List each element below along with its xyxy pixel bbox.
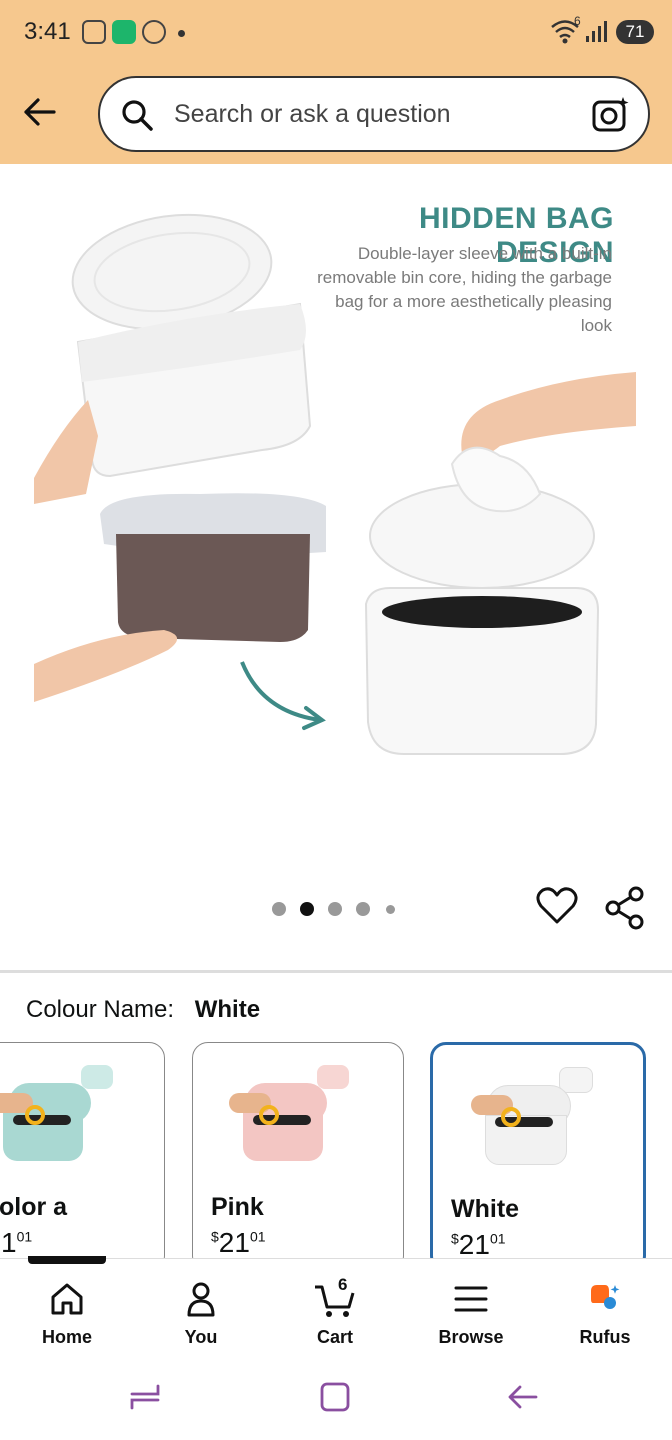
- back-arrow-icon[interactable]: [20, 92, 60, 132]
- fingerprint-icon: [142, 20, 166, 44]
- colour-option-price: 101: [1, 1227, 32, 1259]
- colour-selector-label: Colour Name: White: [26, 996, 260, 1024]
- notification-dot-icon: [178, 30, 185, 37]
- search-input[interactable]: Search or ask a question: [174, 100, 451, 129]
- swatch-image-lid: [81, 1065, 113, 1089]
- carousel-dot[interactable]: [328, 902, 342, 916]
- price-whole: 21: [218, 1227, 250, 1258]
- app-notification-icon: [112, 20, 136, 44]
- swatch-image-tape: [25, 1105, 45, 1125]
- currency-symbol: $: [451, 1230, 459, 1247]
- active-tab-indicator: [28, 1256, 106, 1264]
- currency-symbol: $: [211, 1228, 219, 1245]
- colour-option-name: White: [451, 1195, 520, 1223]
- cell-signal-icon: [586, 21, 607, 42]
- nav-cart-label: Cart: [316, 1327, 353, 1347]
- home-button-icon[interactable]: [318, 1380, 352, 1414]
- price-cents: 01: [489, 1230, 506, 1247]
- price-whole: 1: [1, 1227, 17, 1258]
- bottom-navigation: Home You 6 Cart Browse Rufus: [0, 1258, 672, 1359]
- menu-icon: [454, 1286, 488, 1312]
- swatch-image-lid: [317, 1065, 349, 1089]
- nav-rufus-label: Rufus: [579, 1327, 631, 1347]
- camera-search-icon[interactable]: [590, 94, 630, 134]
- product-image-carousel[interactable]: HIDDEN BAG DESIGN Double-layer sleeve wi…: [0, 164, 672, 944]
- section-divider: [0, 970, 672, 973]
- colour-option-price: $2101: [451, 1229, 506, 1261]
- share-icon[interactable]: [604, 886, 646, 930]
- nav-cart[interactable]: 6 Cart: [280, 1275, 390, 1348]
- person-icon: [187, 1282, 215, 1317]
- colour-option-name: olor a: [0, 1193, 68, 1221]
- colour-option-white-selected[interactable]: White $2101: [430, 1042, 646, 1272]
- status-time: 3:41: [24, 18, 71, 45]
- nav-you-label: You: [184, 1327, 218, 1347]
- colour-option-mint[interactable]: olor a 101: [0, 1042, 165, 1272]
- swatch-image-tape: [501, 1107, 521, 1127]
- cart-count-badge: 6: [338, 1275, 348, 1294]
- carousel-dot-active[interactable]: [300, 902, 314, 916]
- rufus-icon: [591, 1285, 620, 1309]
- nav-home-label: Home: [41, 1327, 92, 1347]
- price-cents: 01: [249, 1228, 266, 1245]
- price-cents: 01: [16, 1228, 33, 1245]
- colour-option-price: $2101: [211, 1227, 266, 1259]
- nav-home[interactable]: Home: [12, 1277, 122, 1348]
- home-icon: [51, 1283, 83, 1315]
- cart-icon: [315, 1285, 355, 1317]
- header: 3:41 6 71 Search or ask a question: [0, 0, 672, 164]
- hero-description: Double-layer sleeve with a built-in remo…: [317, 244, 612, 335]
- wishlist-heart-icon[interactable]: [536, 886, 578, 926]
- system-navigation-bar: [0, 1358, 672, 1440]
- battery-indicator: 71: [616, 20, 654, 44]
- nav-browse[interactable]: Browse: [416, 1277, 526, 1348]
- swatch-image-lid: [559, 1067, 593, 1093]
- colour-option-pink[interactable]: Pink $2101: [192, 1042, 404, 1272]
- carousel-dot[interactable]: [356, 902, 370, 916]
- colour-selected-value: White: [194, 996, 261, 1023]
- colour-label: Colour Name:: [26, 996, 175, 1023]
- nav-you[interactable]: You: [146, 1277, 256, 1348]
- swatch-image-tape: [259, 1105, 279, 1125]
- status-bar: 3:41 6 71: [0, 0, 672, 64]
- carousel-dot[interactable]: [272, 902, 286, 916]
- search-icon: [122, 100, 153, 131]
- nav-browse-label: Browse: [438, 1327, 504, 1347]
- carousel-dot[interactable]: [386, 905, 395, 914]
- nav-rufus[interactable]: Rufus: [550, 1277, 660, 1348]
- system-back-icon[interactable]: [506, 1380, 540, 1414]
- recent-apps-icon[interactable]: [128, 1380, 162, 1414]
- price-whole: 21: [458, 1229, 490, 1260]
- signal-badge: 6: [574, 14, 581, 28]
- search-bar[interactable]: Search or ask a question: [98, 76, 650, 152]
- colour-option-name: Pink: [211, 1193, 264, 1221]
- screenshot-icon: [82, 20, 106, 44]
